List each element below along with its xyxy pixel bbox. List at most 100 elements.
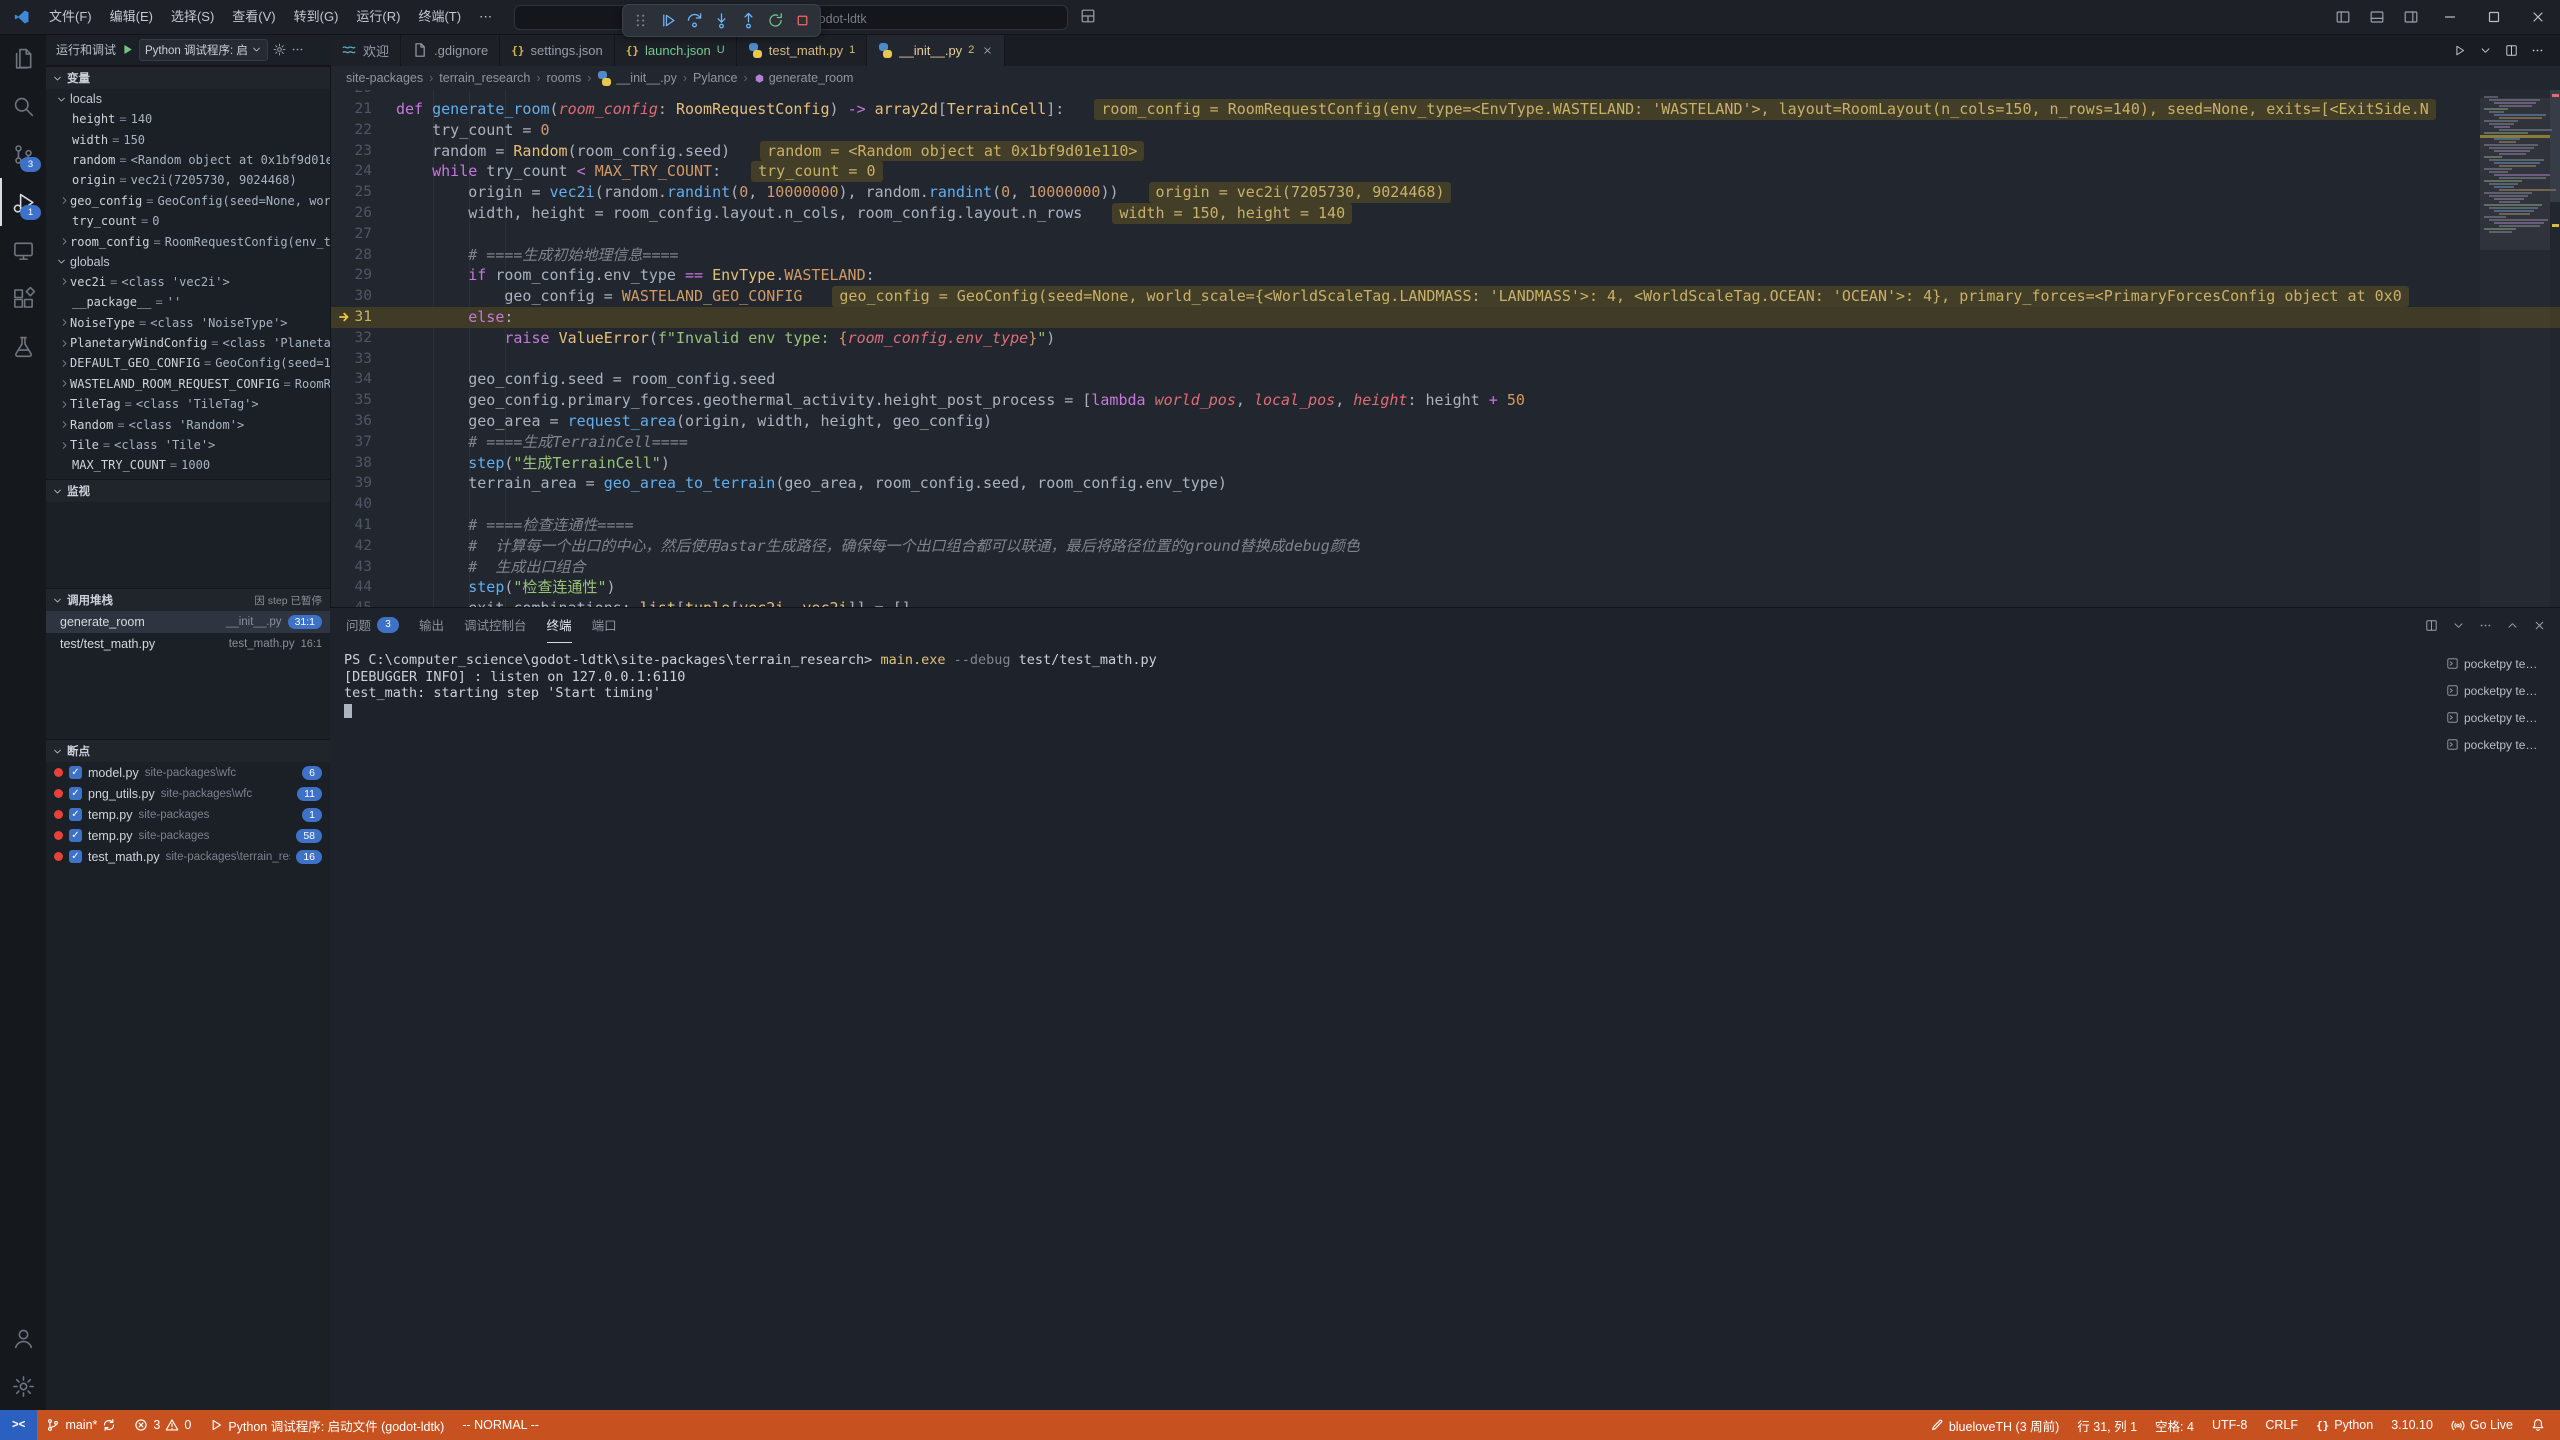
menubar-item[interactable]: 运行(R) — [347, 5, 409, 29]
code-line-28[interactable]: 28 # ====生成初始地理信息==== — [330, 245, 2560, 266]
statusbar-language-mode[interactable]: {}Python — [2307, 1410, 2382, 1440]
activity-item-settings[interactable] — [0, 1362, 46, 1410]
code-line-45[interactable]: 45 exit_combinations: list[tuple[vec2i, … — [330, 598, 2560, 607]
line-number[interactable]: 20 — [330, 90, 396, 99]
code-line-38[interactable]: 38 step("生成TerrainCell") — [330, 453, 2560, 474]
statusbar-cursor-position[interactable]: 行 31, 列 1 — [2068, 1410, 2146, 1440]
variable-row[interactable]: step=<function step at 0x1bf8d716d… — [46, 476, 330, 479]
expand-icon[interactable] — [58, 276, 70, 287]
code-line-22[interactable]: 22 try_count = 0 — [330, 120, 2560, 141]
call-stack-section-header[interactable]: 调用堆栈因 step 已暂停 — [46, 588, 330, 611]
editor-tab-test_math-py[interactable]: test_math.py1 — [737, 34, 868, 66]
statusbar-go-live[interactable]: Go Live — [2442, 1410, 2522, 1440]
maximize-button[interactable] — [2472, 0, 2516, 34]
line-number[interactable]: 32 — [330, 328, 396, 349]
code-line-27[interactable]: 27 — [330, 224, 2560, 245]
editor-tab--gdignore[interactable]: .gdignore — [401, 34, 500, 66]
line-number[interactable]: 23 — [330, 141, 396, 162]
menubar-item[interactable]: 终端(T) — [409, 5, 470, 29]
line-number[interactable]: 25 — [330, 182, 396, 203]
code-line-40[interactable]: 40 — [330, 494, 2560, 515]
debug-step-out-button[interactable] — [735, 7, 762, 34]
more-icon[interactable] — [2479, 619, 2492, 632]
stack-frame[interactable]: test/test_math.pytest_math.py16:1 — [46, 633, 330, 655]
line-number[interactable]: 34 — [330, 369, 396, 390]
activity-item-source-control[interactable]: 3 — [0, 130, 46, 178]
terminal-session-item[interactable]: pocketpy te… — [2446, 650, 2554, 677]
close-icon[interactable] — [2533, 619, 2546, 632]
menubar-more[interactable]: ⋯ — [470, 5, 501, 29]
line-number[interactable]: 41 — [330, 515, 396, 536]
debug-configuration-dropdown[interactable]: Python 调试程序: 启 — [139, 39, 268, 61]
editor-tab-launch-json[interactable]: {}launch.jsonU — [615, 34, 737, 66]
line-number[interactable]: 36 — [330, 411, 396, 432]
breadcrumb-item[interactable]: site-packages — [346, 71, 423, 85]
split-icon[interactable] — [2505, 44, 2518, 57]
code-line-42[interactable]: 42 # 计算每一个出口的中心，然后使用astar生成路径，确保每一个出口组合都… — [330, 536, 2560, 557]
code-line-32[interactable]: 32 raise ValueError(f"Invalid env type: … — [330, 328, 2560, 349]
variable-row[interactable]: height=140 — [46, 109, 330, 129]
activity-item-explorer[interactable] — [0, 34, 46, 82]
code-line-24[interactable]: 24 while try_count < MAX_TRY_COUNT:try_c… — [330, 161, 2560, 182]
breakpoint-row[interactable]: ✓temp.pysite-packages1 — [46, 804, 330, 825]
gear-icon[interactable] — [273, 43, 286, 56]
variable-row[interactable]: origin=vec2i(7205730, 9024468) — [46, 170, 330, 190]
statusbar-python-version[interactable]: 3.10.10 — [2382, 1410, 2442, 1440]
code-line-37[interactable]: 37 # ====生成TerrainCell==== — [330, 432, 2560, 453]
activity-item-accounts[interactable] — [0, 1314, 46, 1362]
variable-row[interactable]: width=150 — [46, 129, 330, 149]
line-number[interactable]: 21 — [330, 99, 396, 120]
variable-row[interactable]: Tile=<class 'Tile'> — [46, 435, 330, 455]
chevron-up-icon[interactable] — [2506, 619, 2519, 632]
menubar-item[interactable]: 查看(V) — [223, 5, 284, 29]
code-line-44[interactable]: 44 step("检查连通性") — [330, 577, 2560, 598]
code-line-21[interactable]: 21def generate_room(room_config: RoomReq… — [330, 99, 2560, 120]
code-line-34[interactable]: 34 geo_config.seed = room_config.seed — [330, 369, 2560, 390]
activity-item-run-and-debug[interactable]: 1 — [0, 178, 46, 226]
watch-section-header[interactable]: 监视 — [46, 479, 330, 502]
breakpoint-row[interactable]: ✓model.pysite-packages\wfc6 — [46, 762, 330, 783]
start-debugging-button[interactable] — [121, 43, 134, 56]
line-number[interactable]: 24 — [330, 161, 396, 182]
close-icon[interactable] — [982, 45, 993, 56]
expand-icon[interactable] — [58, 317, 70, 328]
chevron-down-icon[interactable] — [2479, 44, 2492, 57]
code-line-23[interactable]: 23 random = Random(room_config.seed)rand… — [330, 141, 2560, 162]
debug-restart-button[interactable] — [762, 7, 789, 34]
breakpoint-checkbox[interactable]: ✓ — [69, 766, 82, 779]
variable-row[interactable]: __package__='' — [46, 292, 330, 312]
statusbar-vim-mode[interactable]: -- NORMAL -- — [453, 1410, 548, 1440]
toggle-layout-panel-icon[interactable] — [2360, 0, 2394, 34]
line-number[interactable]: 22 — [330, 120, 396, 141]
line-number[interactable]: 45 — [330, 598, 396, 607]
line-number[interactable]: 27 — [330, 224, 396, 245]
expand-icon[interactable] — [58, 358, 70, 369]
variable-row[interactable]: NoiseType=<class 'NoiseType'> — [46, 313, 330, 333]
variable-row[interactable]: WASTELAND_ROOM_REQUEST_CONFIG=RoomR… — [46, 374, 330, 394]
activity-item-search[interactable] — [0, 82, 46, 130]
debug-continue-button[interactable] — [654, 7, 681, 34]
line-number[interactable]: 35 — [330, 390, 396, 411]
code-line-30[interactable]: 30 geo_config = WASTELAND_GEO_CONFIGgeo_… — [330, 286, 2560, 307]
stack-frame[interactable]: generate_room__init__.py31:1 — [46, 611, 330, 633]
menubar-item[interactable]: 选择(S) — [162, 5, 223, 29]
scrollbar-slider[interactable] — [2550, 90, 2560, 202]
code-line-43[interactable]: 43 # 生成出口组合 — [330, 557, 2560, 578]
toggle-layout-secondary-icon[interactable] — [2394, 0, 2428, 34]
statusbar-indentation[interactable]: 空格: 4 — [2146, 1410, 2203, 1440]
chevron-down-icon[interactable] — [2452, 619, 2465, 632]
breadcrumb-item[interactable]: rooms — [546, 71, 581, 85]
statusbar-git-branch[interactable]: main* — [37, 1410, 125, 1440]
line-number[interactable]: 43 — [330, 557, 396, 578]
activity-item-testing[interactable] — [0, 322, 46, 370]
code-line-39[interactable]: 39 terrain_area = geo_area_to_terrain(ge… — [330, 473, 2560, 494]
code-line-29[interactable]: 29 if room_config.env_type == EnvType.WA… — [330, 265, 2560, 286]
expand-icon[interactable] — [58, 399, 70, 410]
debug-step-over-button[interactable] — [681, 7, 708, 34]
minimap-viewport[interactable] — [2480, 98, 2550, 250]
menubar-item[interactable]: 文件(F) — [40, 5, 101, 29]
statusbar-debug-status[interactable]: Python 调试程序: 启动文件 (godot-ldtk) — [200, 1410, 453, 1440]
line-number[interactable]: 38 — [330, 453, 396, 474]
statusbar-notifications[interactable] — [2522, 1410, 2554, 1440]
panel-tab-问题[interactable]: 问题3 — [346, 608, 399, 643]
